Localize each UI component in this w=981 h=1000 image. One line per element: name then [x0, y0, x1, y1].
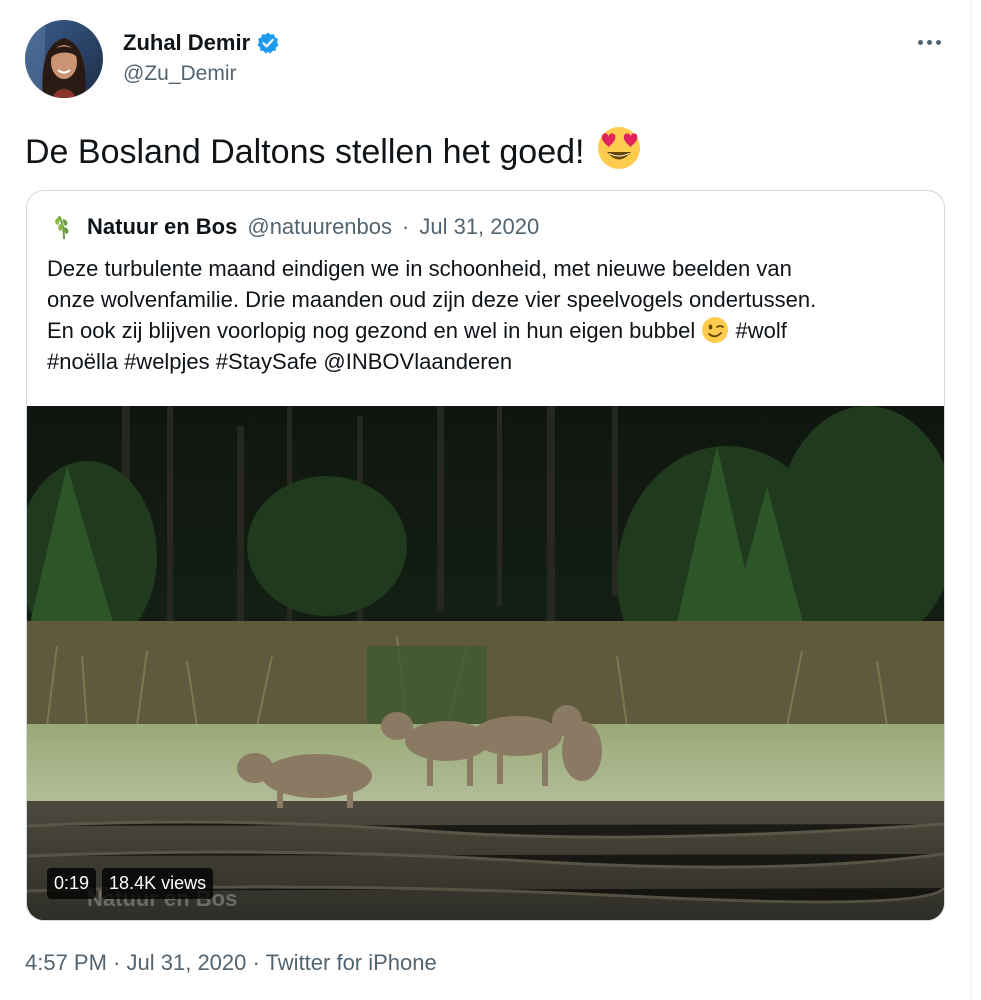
tweet-text: De Bosland Daltons stellen het goed!: [25, 125, 642, 180]
quoted-tweet-text: Deze turbulente maand eindigen we in sch…: [47, 253, 927, 377]
natuur-en-bos-logo-icon: [51, 213, 77, 241]
meta-separator: ·: [252, 950, 260, 975]
more-dot-icon: [926, 39, 932, 45]
quoted-author-handle[interactable]: @natuurenbos: [247, 214, 392, 240]
hashtag-wolf-link[interactable]: #wolf: [736, 318, 787, 343]
name-row: Zuhal Demir: [123, 30, 280, 56]
quoted-text-line: #noëlla #welpjes #StaySafe @INBOVlaander…: [47, 349, 513, 374]
quoted-date[interactable]: Jul 31, 2020: [419, 214, 539, 240]
author-name[interactable]: Zuhal Demir: [123, 30, 250, 56]
more-options-button[interactable]: [911, 24, 947, 60]
verified-badge-icon: [256, 31, 280, 55]
tweet-source-link[interactable]: Twitter for iPhone: [266, 950, 437, 975]
quoted-author-name[interactable]: Natuur en Bos: [87, 214, 237, 240]
quoted-text-line: onze wolvenfamilie. Drie maanden oud zij…: [47, 287, 817, 312]
tweet-text-body: De Bosland Daltons stellen het goed!: [25, 133, 585, 171]
tweet-metadata: 4:57 PM · Jul 31, 2020 · Twitter for iPh…: [25, 950, 437, 976]
video-player[interactable]: Natuur en Bos 0:19 18.4K views: [27, 406, 944, 920]
more-dot-icon: [935, 39, 941, 45]
meta-separator: ·: [113, 950, 121, 975]
video-thumbnail: [27, 406, 944, 920]
author-block: Zuhal Demir @Zu_Demir: [123, 30, 280, 86]
quoted-text-line: Deze turbulente maand eindigen we in sch…: [47, 256, 792, 281]
quoted-tweet[interactable]: Natuur en Bos @natuurenbos · Jul 31, 202…: [26, 190, 945, 921]
tweet-header: Zuhal Demir @Zu_Demir: [25, 20, 955, 100]
winking-face-emoji-icon: [701, 316, 729, 344]
quoted-text-line-body: En ook zij blijven voorlopig nog gezond …: [47, 318, 696, 343]
tweet-time-link[interactable]: 4:57 PM: [25, 950, 107, 975]
quoted-text-line: En ook zij blijven voorlopig nog gezond …: [47, 315, 927, 346]
author-handle[interactable]: @Zu_Demir: [123, 62, 280, 86]
timeline-border: [970, 0, 971, 1000]
video-views: 18.4K views: [102, 868, 214, 899]
video-duration: 0:19: [47, 868, 97, 899]
more-dot-icon: [917, 39, 923, 45]
heart-eyes-emoji-icon: [596, 125, 642, 180]
quoted-separator: ·: [402, 214, 410, 239]
avatar[interactable]: [25, 20, 103, 98]
quoted-tweet-header: Natuur en Bos @natuurenbos · Jul 31, 202…: [51, 213, 539, 241]
video-badges: 0:19 18.4K views: [47, 868, 214, 899]
tweet-date-link[interactable]: Jul 31, 2020: [127, 950, 247, 975]
